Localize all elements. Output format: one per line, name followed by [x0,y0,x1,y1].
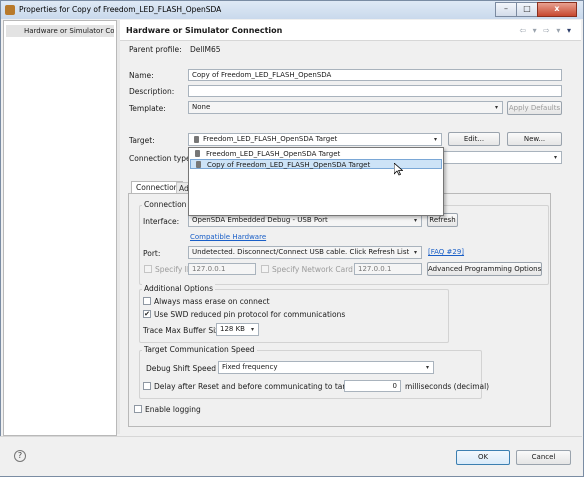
delay-checkbox[interactable] [143,382,151,390]
target-icon [196,161,201,168]
template-select[interactable]: None ▾ [188,101,503,114]
chevron-down-icon: ▾ [413,249,417,256]
port-select[interactable]: Undetected. Disconnect/Connect USB cable… [188,246,422,259]
description-input[interactable] [188,85,562,97]
connection-type-label: Connection type: [129,154,194,163]
forward-arrow-icon[interactable]: ⇨ ▾ [543,26,562,35]
trace-buffer-value: 128 KB [220,325,245,333]
description-label: Description: [129,87,175,96]
name-input[interactable]: Copy of Freedom_LED_FLASH_OpenSDA [188,69,562,81]
interface-label: Interface: [143,217,180,226]
target-select-value: Freedom_LED_FLASH_OpenSDA Target [203,135,338,143]
specify-nc-ip-checkbox[interactable] [261,265,269,273]
trace-buffer-label: Trace Max Buffer Size: [143,326,227,335]
delay-label: Delay after Reset and before communicati… [154,382,371,391]
specify-nc-ip-label: Specify Network Card IP [272,265,363,274]
parent-profile-label: Parent profile: [129,45,182,54]
parent-profile-value: DellM65 [190,45,221,54]
close-button[interactable]: x [537,2,577,17]
target-icon [194,136,199,143]
use-swd-label: Use SWD reduced pin protocol for communi… [154,310,346,319]
minimize-button[interactable]: – [495,2,517,17]
maximize-button[interactable]: □ [516,2,538,17]
advanced-programming-button[interactable]: Advanced Programming Options [427,262,542,276]
chevron-down-icon: ▾ [250,326,254,333]
target-select[interactable]: Freedom_LED_FLASH_OpenSDA Target ▾ [188,133,442,146]
target-option-copy-of-freedom[interactable]: Copy of Freedom_LED_FLASH_OpenSDA Target [190,159,442,169]
target-dropdown-list: Freedom_LED_FLASH_OpenSDA Target Copy of… [188,147,444,216]
chevron-down-icon: ▾ [494,104,498,111]
template-select-value: None [192,103,211,111]
port-value: Undetected. Disconnect/Connect USB cable… [192,248,410,256]
target-icon [195,150,200,157]
compatible-hardware-link[interactable]: Compatible Hardware [190,233,266,241]
help-icon[interactable]: ? [14,450,26,462]
mouse-pointer-icon [393,162,404,179]
view-menu-icon[interactable]: ▾ [567,26,573,35]
window-title: Properties for Copy of Freedom_LED_FLASH… [19,5,222,14]
target-option-label: Copy of Freedom_LED_FLASH_OpenSDA Target [207,161,371,169]
specify-ip-input[interactable]: 127.0.0.1 [188,263,256,275]
page-header: Hardware or Simulator Connection ⇦ ▾ ⇨ ▾… [120,20,581,41]
target-option-label: Freedom_LED_FLASH_OpenSDA Target [206,150,341,158]
debug-shift-value: Fixed frequency [222,363,278,371]
enable-logging-label: Enable logging [145,405,201,414]
title-bar: Properties for Copy of Freedom_LED_FLASH… [1,1,583,19]
interface-value: OpenSDA Embedded Debug - USB Port [192,216,328,224]
additional-options-title: Additional Options [142,284,215,293]
mass-erase-label: Always mass erase on connect [154,297,270,306]
name-label: Name: [129,71,154,80]
chevron-down-icon: ▾ [553,154,557,161]
speed-group-title: Target Communication Speed [142,345,257,354]
faq-link[interactable]: [FAQ #29] [428,248,464,256]
target-label: Target: [129,136,155,145]
port-label: Port: [143,249,161,258]
nav-icons: ⇦ ▾ ⇨ ▾ ▾ [519,26,573,35]
new-target-button[interactable]: New... [507,132,562,146]
chevron-down-icon: ▾ [413,217,417,224]
debug-shift-select[interactable]: Fixed frequency ▾ [218,361,434,374]
chevron-down-icon: ▾ [433,136,437,143]
property-tree: Hardware or Simulator Conr [3,20,117,436]
speed-group [139,350,482,399]
edit-target-button[interactable]: Edit... [448,132,500,146]
specify-nc-ip-input[interactable]: 127.0.0.1 [354,263,422,275]
back-arrow-icon[interactable]: ⇦ ▾ [519,26,538,35]
delay-unit-label: milliseconds (decimal) [405,382,490,391]
trace-buffer-select[interactable]: 128 KB ▾ [216,323,259,336]
app-icon [5,5,15,15]
debug-shift-label: Debug Shift Speed = [146,364,225,373]
tree-item-hardware-connection[interactable]: Hardware or Simulator Conr [6,25,114,37]
mass-erase-checkbox[interactable] [143,297,151,305]
apply-defaults-button[interactable]: Apply Defaults [507,101,562,115]
specify-ip-checkbox[interactable] [144,265,152,273]
ok-button[interactable]: OK [456,450,510,465]
cancel-button[interactable]: Cancel [516,450,571,465]
use-swd-checkbox[interactable]: ✔ [143,310,151,318]
delay-input[interactable]: 0 [344,380,401,392]
enable-logging-checkbox[interactable] [134,405,142,413]
template-label: Template: [129,104,166,113]
specify-ip-label: Specify IP [155,265,192,274]
target-option-freedom[interactable]: Freedom_LED_FLASH_OpenSDA Target [190,149,442,159]
page-title: Hardware or Simulator Connection [126,26,283,35]
window-controls: – □ x [495,2,577,17]
chevron-down-icon: ▾ [425,364,429,371]
